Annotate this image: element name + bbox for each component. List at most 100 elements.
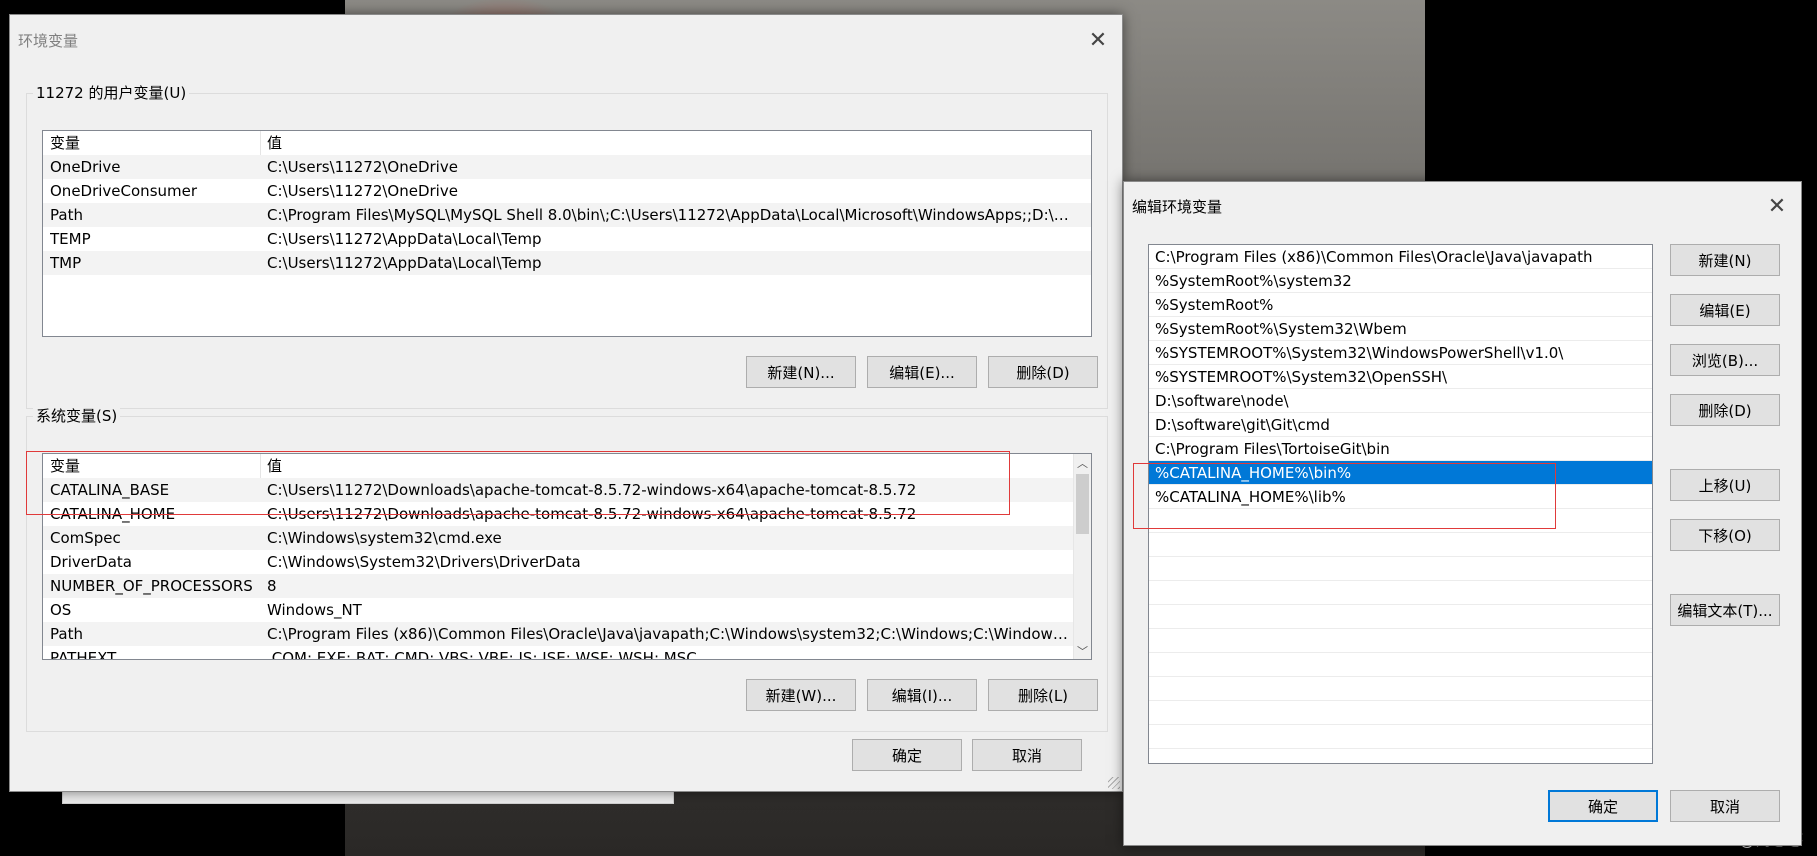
table-row[interactable]: TMP C:\Users\11272\AppData\Local\Temp [43,251,1091,275]
move-down-button[interactable]: 下移(O) [1670,519,1780,551]
user-new-button[interactable]: 新建(N)... [746,356,856,388]
variable-name: CATALINA_HOME [50,505,176,523]
system-variables-list[interactable]: 变量 值 CATALINA_BASE C:\Users\11272\Downloa… [42,453,1092,660]
variable-name: TEMP [50,230,91,248]
table-row[interactable]: ComSpec C:\Windows\system32\cmd.exe [43,526,1091,550]
list-item[interactable] [1149,629,1652,653]
cancel-button[interactable]: 取消 [1670,790,1780,822]
close-icon[interactable]: ✕ [1753,188,1801,224]
list-item[interactable]: %CATALINA_HOME%\lib% [1149,485,1652,509]
variable-value: C:\Program Files (x86)\Common Files\Orac… [267,625,1069,643]
table-row[interactable]: CATALINA_BASE C:\Users\11272\Downloads\ap… [43,478,1091,502]
scrollbar[interactable]: ︿ ﹀ [1073,454,1091,659]
list-item[interactable]: %SystemRoot% [1149,293,1652,317]
title-bar: 环境变量 [10,15,1122,65]
table-row[interactable]: TEMP C:\Users\11272\AppData\Local\Temp [43,227,1091,251]
variable-value: 8 [267,577,277,595]
table-row[interactable]: Path C:\Program Files\MySQL\MySQL Shell 8… [43,203,1091,227]
list-item[interactable]: %SystemRoot%\system32 [1149,269,1652,293]
system-new-button[interactable]: 新建(W)... [746,679,856,711]
list-item[interactable]: D:\software\git\Git\cmd [1149,413,1652,437]
list-item[interactable]: %SYSTEMROOT%\System32\OpenSSH\ [1149,365,1652,389]
column-header-name[interactable]: 变量 [50,131,250,155]
variable-name: OneDrive [50,158,121,176]
browse-button[interactable]: 浏览(B)... [1670,344,1780,376]
delete-path-button[interactable]: 删除(D) [1670,394,1780,426]
variable-value: C:\Users\11272\OneDrive [267,158,458,176]
variable-name: NUMBER_OF_PROCESSORS [50,577,253,595]
variable-value: C:\Users\11272\AppData\Local\Temp [267,230,542,248]
move-up-button[interactable]: 上移(U) [1670,469,1780,501]
system-variables-label: 系统变量(S) [33,405,121,426]
ok-button[interactable]: 确定 [852,739,962,771]
environment-variables-dialog: 环境变量 ✕ 11272 的用户变量(U) 变量 值 OneDrive C:\Us… [9,14,1123,792]
cancel-button[interactable]: 取消 [972,739,1082,771]
variable-name: CATALINA_BASE [50,481,170,499]
variable-name: ComSpec [50,529,121,547]
column-header-name[interactable]: 变量 [50,454,250,478]
path-entries-list[interactable]: C:\Program Files (x86)\Common Files\Orac… [1148,244,1653,764]
table-row[interactable]: DriverData C:\Windows\System32\Drivers\Dr… [43,550,1091,574]
list-item[interactable]: D:\software\node\ [1149,389,1652,413]
list-item[interactable]: C:\Program Files\TortoiseGit\bin [1149,437,1652,461]
variable-name: DriverData [50,553,132,571]
table-row[interactable]: OneDriveConsumer C:\Users\11272\OneDrive [43,179,1091,203]
variable-value: C:\Windows\system32\cmd.exe [267,529,502,547]
variable-value: C:\Users\11272\AppData\Local\Temp [267,254,542,272]
list-item[interactable] [1149,581,1652,605]
column-header-value[interactable]: 值 [267,131,1067,155]
list-item[interactable]: %SYSTEMROOT%\System32\WindowsPowerShell\… [1149,341,1652,365]
edit-path-button[interactable]: 编辑(E) [1670,294,1780,326]
user-edit-button[interactable]: 编辑(E)... [867,356,977,388]
variable-value: C:\Users\11272\OneDrive [267,182,458,200]
edit-environment-variable-dialog: 编辑环境变量 ✕ C:\Program Files (x86)\Common F… [1123,181,1802,846]
list-item[interactable] [1149,725,1652,749]
table-row[interactable]: PATHEXT .COM;.EXE;.BAT;.CMD;.VBS;.VBE;.JS… [43,646,1091,660]
user-variables-list[interactable]: 变量 值 OneDrive C:\Users\11272\OneDrive OneD… [42,130,1092,337]
system-variables-group: 系统变量(S) 变量 值 CATALINA_BASE C:\Users\11272… [26,405,1108,732]
list-header: 变量 值 [43,454,1091,478]
user-delete-button[interactable]: 删除(D) [988,356,1098,388]
variable-value: C:\Users\11272\Downloads\apache-tomcat-8… [267,481,917,499]
table-row[interactable]: OneDrive C:\Users\11272\OneDrive [43,155,1091,179]
list-item[interactable]: %SystemRoot%\System32\Wbem [1149,317,1652,341]
scroll-down-icon[interactable]: ﹀ [1074,642,1091,659]
title-bar: 编辑环境变量 [1124,188,1801,224]
ok-button[interactable]: 确定 [1548,790,1658,822]
resize-grip-icon[interactable] [1108,777,1120,789]
variable-name: Path [50,206,83,224]
scrollbar-thumb[interactable] [1076,474,1089,534]
variable-value: Windows_NT [267,601,362,619]
column-header-value[interactable]: 值 [267,454,1067,478]
list-item[interactable] [1149,677,1652,701]
list-item[interactable] [1149,533,1652,557]
variable-name: OneDriveConsumer [50,182,198,200]
list-item[interactable] [1149,509,1652,533]
system-edit-button[interactable]: 编辑(I)... [867,679,977,711]
scroll-up-icon[interactable]: ︿ [1074,454,1091,471]
list-item[interactable]: C:\Program Files (x86)\Common Files\Orac… [1149,245,1652,269]
list-item[interactable] [1149,653,1652,677]
list-header: 变量 值 [43,131,1091,155]
variable-value: C:\Windows\System32\Drivers\DriverData [267,553,581,571]
table-row[interactable]: NUMBER_OF_PROCESSORS 8 [43,574,1091,598]
table-row[interactable]: CATALINA_HOME C:\Users\11272\Downloads\ap… [43,502,1091,526]
list-item[interactable] [1149,605,1652,629]
variable-name: Path [50,625,83,643]
variable-value: C:\Users\11272\Downloads\apache-tomcat-8… [267,505,917,523]
new-path-button[interactable]: 新建(N) [1670,244,1780,276]
dialog-title: 编辑环境变量 [1132,197,1223,216]
variable-value: C:\Program Files\MySQL\MySQL Shell 8.0\b… [267,206,1069,224]
variable-value: .COM;.EXE;.BAT;.CMD;.VBS;.VBE;.JS;.JSE;.… [267,649,697,660]
close-icon[interactable]: ✕ [1074,15,1122,65]
system-delete-button[interactable]: 删除(L) [988,679,1098,711]
edit-text-button[interactable]: 编辑文本(T)... [1670,594,1780,626]
table-row[interactable]: OS Windows_NT [43,598,1091,622]
user-variables-label: 11272 的用户变量(U) [33,82,190,103]
list-item[interactable]: %CATALINA_HOME%\bin% [1149,461,1652,485]
variable-name: TMP [50,254,82,272]
table-row[interactable]: Path C:\Program Files (x86)\Common Files\… [43,622,1091,646]
dialog-title: 环境变量 [18,31,79,50]
list-item[interactable] [1149,701,1652,725]
list-item[interactable] [1149,557,1652,581]
